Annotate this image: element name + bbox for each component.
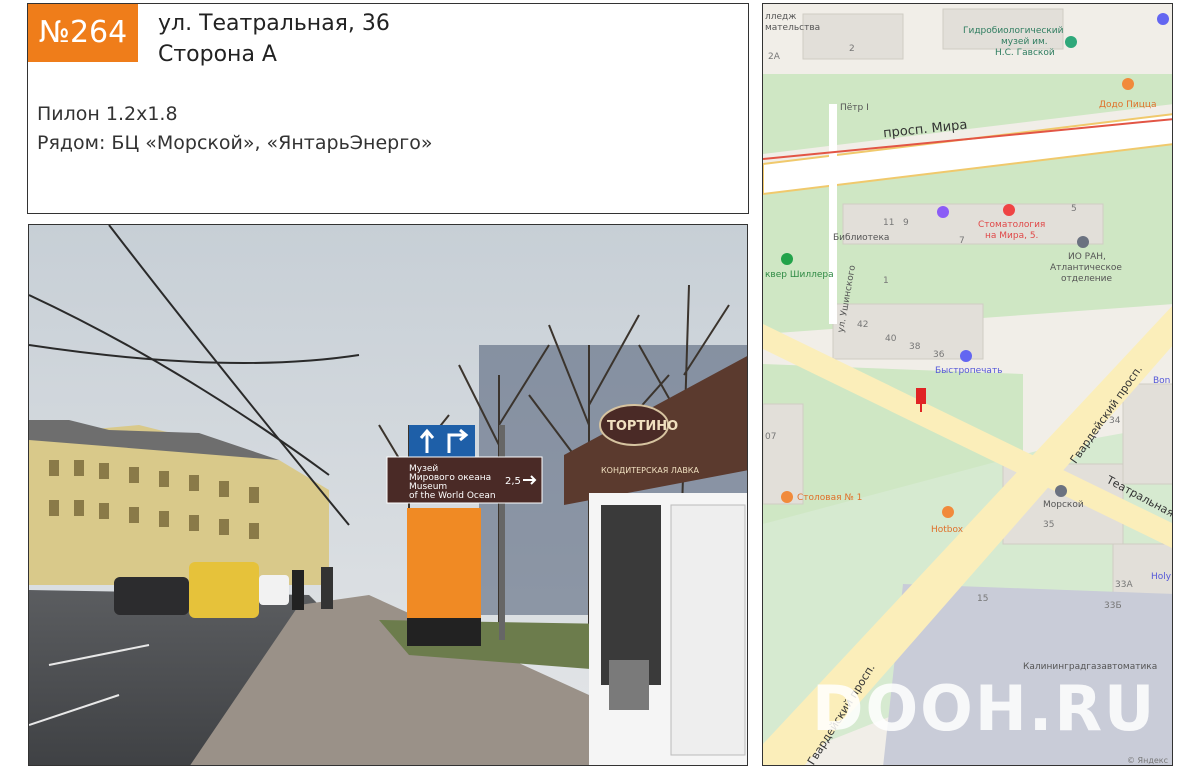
details-block: Пилон 1.2x1.8 Рядом: БЦ «Морской», «Янта… [37, 100, 432, 158]
map-copyright: © Яндекс [1127, 756, 1169, 765]
poi-icon [937, 206, 949, 218]
map-label: Гидробиологический [963, 26, 1064, 36]
address-block: ул. Театральная, 36 Сторона А [158, 8, 390, 70]
map-label: Столовая № 1 [797, 493, 863, 503]
location-map: лледж мательства 2 2А Гидробиологический… [762, 3, 1173, 766]
map-label: Пётр I [840, 103, 869, 113]
map-label: лледж [765, 12, 797, 22]
map-label: мательства [765, 23, 821, 33]
shop-subtitle: КОНДИТЕРСКАЯ ЛАВКА [601, 466, 699, 475]
map-label: 2А [768, 52, 780, 62]
shop-name: ТОРТИНО [607, 419, 678, 434]
map-label: 33А [1115, 580, 1133, 590]
dentist-icon [1003, 204, 1015, 216]
map-label: отделение [1061, 274, 1113, 284]
museum-icon [1065, 36, 1077, 48]
sign-distance: 2,5 [505, 476, 521, 487]
sign-museum-en-2: of the World Ocean [409, 491, 496, 501]
map-label: 9 [903, 218, 909, 228]
map-label: Калининградгазавтоматика [1023, 662, 1158, 672]
map-label: 1 [883, 276, 889, 286]
map-label: Быстропечать [935, 366, 1003, 376]
watermark: DOOH.RU [812, 672, 1157, 745]
map-label: Атлантическое [1050, 263, 1122, 273]
print-shop-icon [960, 350, 972, 362]
map-label: Библиотека [833, 233, 890, 243]
map-label: 34 [1109, 416, 1121, 426]
map-label: Holy [1151, 572, 1172, 582]
map-poi-icon [1157, 13, 1169, 25]
map-label: Стоматология [978, 220, 1046, 230]
map-label: Додо Пицца [1099, 100, 1157, 110]
map-label: 5 [1071, 204, 1077, 214]
location-pin-icon [916, 388, 926, 404]
pizza-icon [1122, 78, 1134, 90]
nearby-line: Рядом: БЦ «Морской», «ЯнтарьЭнерго» [37, 132, 433, 154]
street-photo: Музей Мирового океана Museum of the Worl… [28, 224, 748, 766]
canteen-icon [781, 491, 793, 503]
site-number-badge: №264 [28, 4, 138, 62]
map-label: 7 [959, 236, 965, 246]
address-line: ул. Театральная, 36 [158, 11, 390, 36]
park-icon [781, 253, 793, 265]
map-label: 11 [883, 218, 895, 228]
map-label: 2 [849, 44, 855, 54]
format-line: Пилон 1.2x1.8 [37, 103, 178, 125]
map-label: Н.С. Гавской [995, 48, 1055, 58]
map-label: 15 [977, 594, 989, 604]
map-label: квер Шиллера [765, 270, 834, 280]
map-label: 38 [909, 342, 921, 352]
map-label: ИО РАН, [1068, 252, 1106, 262]
map-label: Hotbox [931, 525, 964, 535]
info-box: №264 ул. Театральная, 36 Сторона А Пилон… [27, 3, 749, 214]
map-label: 33Б [1104, 601, 1122, 611]
side-line: Сторона А [158, 42, 277, 67]
map-label: 42 [857, 320, 869, 330]
orange-pylon [407, 508, 481, 618]
map-canvas [763, 4, 1172, 765]
business-center-icon [1055, 485, 1067, 497]
institute-icon [1077, 236, 1089, 248]
map-label: Bon [1153, 376, 1171, 386]
map-label: 35 [1043, 520, 1055, 530]
map-label: музей им. [1001, 37, 1048, 47]
map-label: 07 [765, 432, 777, 442]
map-label: 36 [933, 350, 945, 360]
map-label: 40 [885, 334, 897, 344]
restaurant-icon [942, 506, 954, 518]
map-label: на Мира, 5. [985, 231, 1039, 241]
street-photo-illustration: Музей Мирового океана Museum of the Worl… [29, 225, 747, 765]
map-label: Морской [1043, 500, 1084, 510]
